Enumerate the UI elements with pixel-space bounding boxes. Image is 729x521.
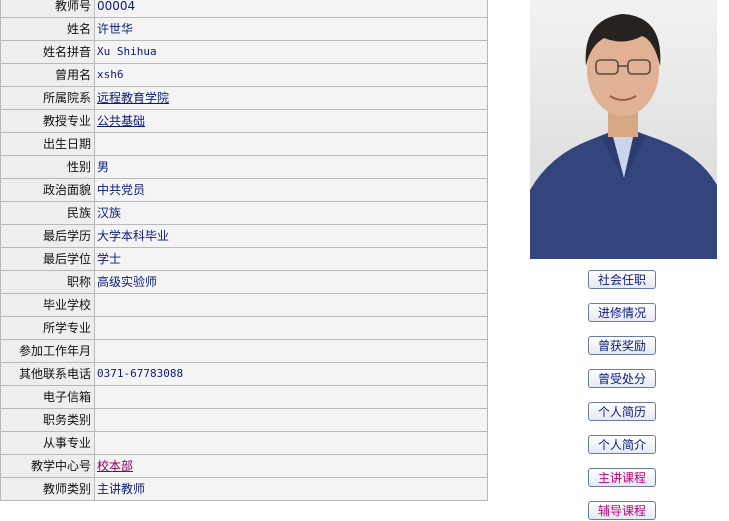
- info-row: 曾用名 xsh6: [0, 63, 488, 87]
- side-button[interactable]: 曾获奖励: [588, 336, 656, 355]
- field-value: 0371-67783088: [97, 367, 184, 380]
- field-value-cell: [94, 316, 488, 340]
- field-label: 电子信箱: [0, 385, 95, 409]
- field-value-cell: [94, 385, 488, 409]
- info-row: 职称 高级实验师: [0, 270, 488, 294]
- field-label: 最后学位: [0, 247, 95, 271]
- field-label: 从事专业: [0, 431, 95, 455]
- teacher-info-body: 教师号 00004 姓名 许世华 姓名拼音 Xu Shihua 曾用名 xsh6 所属院系 远程教…: [0, 0, 488, 501]
- field-label: 教学中心号: [0, 454, 95, 478]
- field-value-cell: 学士: [94, 247, 488, 271]
- field-label: 职务类别: [0, 408, 95, 432]
- field-value-cell: xsh6: [94, 63, 488, 87]
- portrait-image: [530, 0, 717, 259]
- field-value: xsh6: [97, 68, 124, 81]
- info-row: 最后学位 学士: [0, 247, 488, 271]
- info-row: 所学专业: [0, 316, 488, 340]
- field-value-cell: 男: [94, 155, 488, 179]
- field-value-cell: Xu Shihua: [94, 40, 488, 64]
- field-value-cell: 大学本科毕业: [94, 224, 488, 248]
- field-value-cell: [94, 339, 488, 363]
- info-row: 姓名 许世华: [0, 17, 488, 41]
- field-value-cell: 远程教育学院: [94, 86, 488, 110]
- field-label: 曾用名: [0, 63, 95, 87]
- field-value: 中共党员: [97, 183, 146, 197]
- field-value-cell: 高级实验师: [94, 270, 488, 294]
- field-label: 其他联系电话: [0, 362, 95, 386]
- field-value-cell: 主讲教师: [94, 477, 488, 501]
- field-label: 参加工作年月: [0, 339, 95, 363]
- field-label: 所学专业: [0, 316, 95, 340]
- field-label: 政治面貌: [0, 178, 95, 202]
- info-row: 所属院系 远程教育学院: [0, 86, 488, 110]
- field-value: 主讲教师: [97, 482, 146, 496]
- teacher-photo: [530, 0, 717, 259]
- info-row: 从事专业: [0, 431, 488, 455]
- field-label: 教授专业: [0, 109, 95, 133]
- side-button[interactable]: 社会任职: [588, 270, 656, 289]
- field-label: 出生日期: [0, 132, 95, 156]
- field-value-cell: 校本部: [94, 454, 488, 478]
- info-row: 其他联系电话 0371-67783088: [0, 362, 488, 386]
- info-row: 教学中心号 校本部: [0, 454, 488, 478]
- field-value-cell: [94, 431, 488, 455]
- field-label: 姓名: [0, 17, 95, 41]
- field-label: 教师类别: [0, 477, 95, 501]
- field-label: 性别: [0, 155, 95, 179]
- field-label: 职称: [0, 270, 95, 294]
- field-value-cell: [94, 293, 488, 317]
- info-row: 性别男: [0, 155, 488, 179]
- field-value: 汉族: [97, 206, 122, 220]
- info-row: 政治面貌 中共党员: [0, 178, 488, 202]
- field-value-link[interactable]: 校本部: [97, 459, 133, 473]
- side-button[interactable]: 个人简介: [588, 435, 656, 454]
- field-value-cell: 汉族: [94, 201, 488, 225]
- field-value: 许世华: [97, 22, 134, 36]
- info-row: 教师号 00004: [0, 0, 488, 18]
- field-value: 00004: [97, 0, 136, 13]
- field-value-cell: 00004: [94, 0, 488, 18]
- info-row: 毕业学校: [0, 293, 488, 317]
- field-value: Xu Shihua: [97, 45, 157, 58]
- field-value-cell: 公共基础: [94, 109, 488, 133]
- field-value-cell: 0371-67783088: [94, 362, 488, 386]
- right-panel: 社会任职进修情况曾获奖励曾受处分个人简历个人简介主讲课程辅导课程: [488, 0, 729, 520]
- field-value-link[interactable]: 公共基础: [97, 114, 145, 128]
- field-value-cell: 中共党员: [94, 178, 488, 202]
- info-row: 出生日期: [0, 132, 488, 156]
- side-button[interactable]: 辅导课程: [588, 501, 656, 520]
- field-value: 男: [97, 160, 110, 174]
- info-row: 姓名拼音 Xu Shihua: [0, 40, 488, 64]
- field-label: 教师号: [0, 0, 95, 18]
- field-value-link[interactable]: 远程教育学院: [97, 91, 169, 105]
- info-row: 职务类别: [0, 408, 488, 432]
- field-value-cell: [94, 408, 488, 432]
- field-value: 高级实验师: [97, 275, 158, 289]
- field-label: 姓名拼音: [0, 40, 95, 64]
- field-label: 毕业学校: [0, 293, 95, 317]
- field-label: 民族: [0, 201, 95, 225]
- info-row: 教授专业 公共基础: [0, 109, 488, 133]
- side-button[interactable]: 个人简历: [588, 402, 656, 421]
- teacher-info-table: 教师号 00004 姓名 许世华 姓名拼音 Xu Shihua 曾用名 xsh6 所属院系 远程教…: [0, 0, 488, 501]
- field-value: 学士: [97, 252, 122, 266]
- info-row: 民族 汉族: [0, 201, 488, 225]
- field-label: 所属院系: [0, 86, 95, 110]
- info-row: 最后学历 大学本科毕业: [0, 224, 488, 248]
- side-button[interactable]: 进修情况: [588, 303, 656, 322]
- field-value-cell: 许世华: [94, 17, 488, 41]
- info-row: 教师类别 主讲教师: [0, 477, 488, 501]
- field-value-cell: [94, 132, 488, 156]
- side-button[interactable]: 曾受处分: [588, 369, 656, 388]
- info-row: 电子信箱: [0, 385, 488, 409]
- info-row: 参加工作年月: [0, 339, 488, 363]
- field-label: 最后学历: [0, 224, 95, 248]
- field-value: 大学本科毕业: [97, 229, 170, 243]
- side-button[interactable]: 主讲课程: [588, 468, 656, 487]
